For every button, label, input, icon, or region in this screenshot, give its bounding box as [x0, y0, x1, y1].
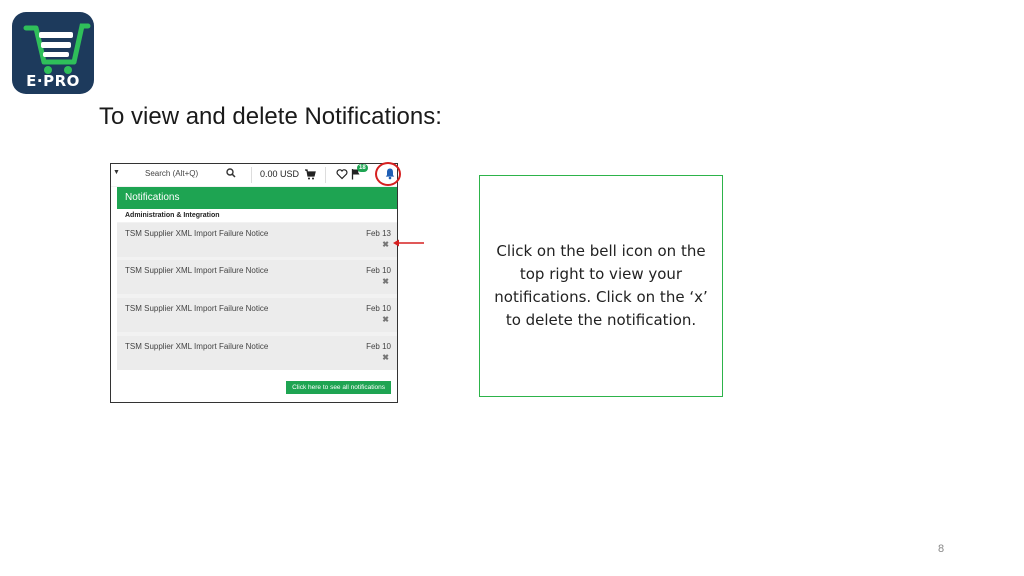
see-all-notifications-button[interactable]: Click here to see all notifications [286, 381, 391, 394]
callout-text: Click on the bell icon on the top right … [494, 242, 708, 329]
notification-date: Feb 10 [366, 342, 391, 351]
notification-text: TSM Supplier XML Import Failure Notice [125, 342, 269, 351]
notification-item[interactable]: TSM Supplier XML Import Failure Notice F… [117, 298, 397, 332]
cart-icon[interactable] [304, 168, 316, 180]
slide-title: To view and delete Notifications: [99, 103, 442, 130]
epro-logo: E·PRO [12, 12, 94, 94]
red-arrow-icon [393, 239, 424, 247]
notifications-screenshot: ▼ Search (Alt+Q) 0.00 USD 18 Notificatio… [110, 163, 398, 403]
delete-notification-icon[interactable]: ✖ [382, 315, 389, 324]
cart-amount: 0.00 USD [260, 169, 300, 179]
notification-item[interactable]: TSM Supplier XML Import Failure Notice F… [117, 336, 397, 370]
search-input[interactable]: Search (Alt+Q) [145, 169, 198, 178]
toolbar-divider [325, 167, 326, 183]
logo-text: E·PRO [26, 72, 80, 90]
notification-date: Feb 10 [366, 266, 391, 275]
notification-category: Administration & Integration [117, 209, 397, 222]
notifications-header: Notifications [117, 187, 397, 209]
notification-item[interactable]: TSM Supplier XML Import Failure Notice F… [117, 223, 397, 257]
top-toolbar: ▼ Search (Alt+Q) 0.00 USD 18 [111, 164, 397, 186]
notification-date: Feb 10 [366, 304, 391, 313]
toolbar-divider [251, 167, 252, 183]
delete-notification-icon[interactable]: ✖ [382, 353, 389, 362]
notification-date: Feb 13 [366, 229, 391, 238]
delete-notification-icon[interactable]: ✖ [382, 240, 389, 249]
delete-notification-icon[interactable]: ✖ [382, 277, 389, 286]
page-number: 8 [938, 543, 945, 555]
notification-item[interactable]: TSM Supplier XML Import Failure Notice F… [117, 260, 397, 294]
notification-text: TSM Supplier XML Import Failure Notice [125, 266, 269, 275]
instruction-callout: Click on the bell icon on the top right … [479, 175, 723, 397]
heart-icon[interactable] [336, 168, 348, 180]
bell-highlight-circle [375, 162, 401, 186]
notification-count-badge: 18 [357, 164, 368, 172]
search-icon[interactable] [225, 167, 237, 179]
notification-text: TSM Supplier XML Import Failure Notice [125, 304, 269, 313]
notifications-footer: Click here to see all notifications [117, 370, 397, 402]
notification-text: TSM Supplier XML Import Failure Notice [125, 229, 269, 238]
caret-down-icon[interactable]: ▼ [113, 169, 120, 176]
